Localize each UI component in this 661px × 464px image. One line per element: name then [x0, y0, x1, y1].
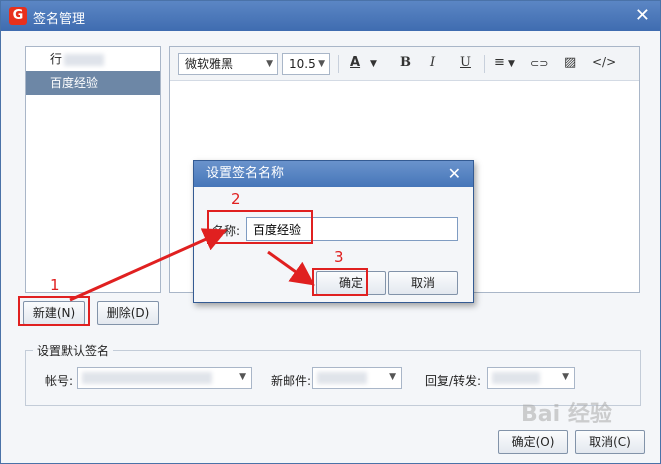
- annotation-arrows: [69, 228, 315, 302]
- arrow-step-2-to-3: [267, 250, 315, 286]
- arrow-step-1-to-2: [69, 228, 228, 302]
